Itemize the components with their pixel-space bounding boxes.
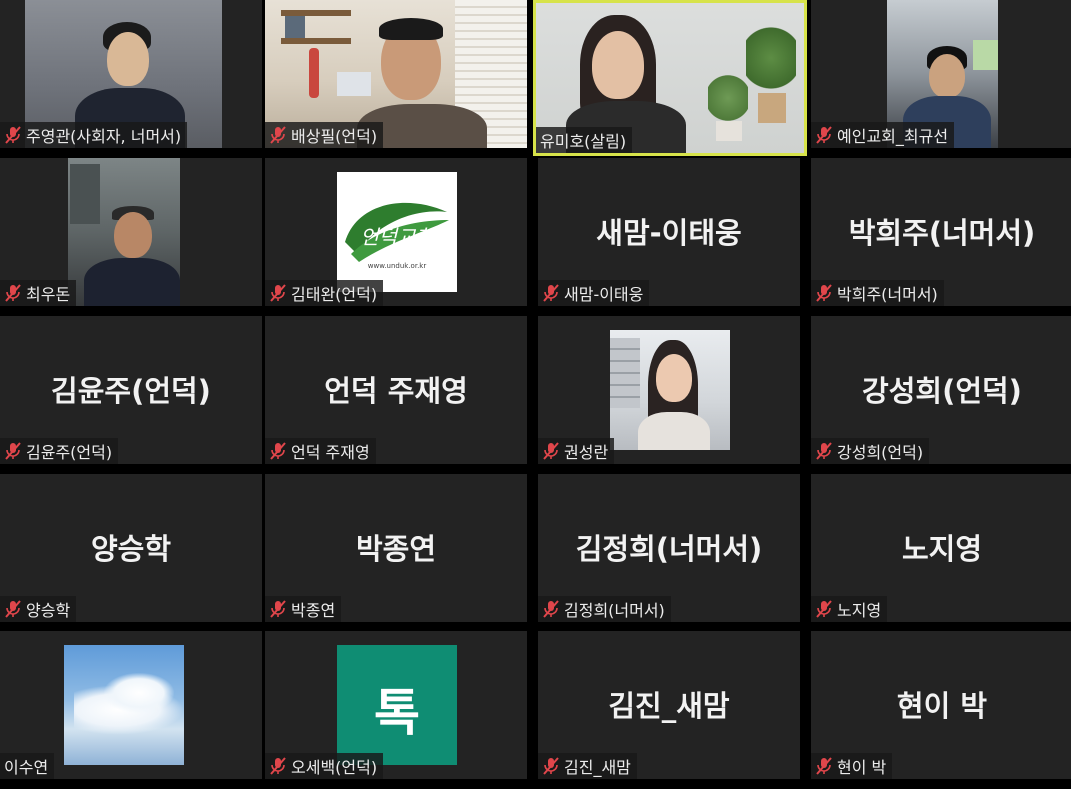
participant-name: 김정희(너머서) [564, 601, 665, 620]
participant-name: 유미호(살림) [540, 132, 627, 151]
participant-tile[interactable]: 양승학 양승학 [0, 474, 262, 622]
logo-url: www.unduk.or.kr [368, 262, 427, 270]
muted-microphone-icon [815, 599, 833, 619]
participant-name: 양승학 [26, 601, 71, 620]
participant-tile[interactable]: 강성희(언덕) 강성희(언덕) [811, 316, 1071, 464]
participant-name: 언덕 주재영 [291, 443, 370, 462]
participant-display-name: 노지영 [901, 532, 983, 566]
kakao-talk-avatar: 톡 [337, 645, 457, 765]
participant-tile[interactable]: 권성란 [538, 316, 800, 464]
muted-microphone-icon [269, 441, 287, 461]
participant-grid: 주영관(사회자, 너머서) 배상필(언덕) 유미호(살림) 예인교회_최규선 최… [0, 0, 1071, 789]
participant-name: 강성희(언덕) [837, 443, 924, 462]
participant-display-name: 언덕 주재영 [324, 374, 468, 408]
participant-name-label: 주영관(사회자, 너머서) [0, 122, 188, 148]
participant-name: 예인교회_최규선 [837, 127, 949, 146]
participant-name: 배상필(언덕) [291, 127, 378, 146]
muted-microphone-icon [4, 283, 22, 303]
participant-name-label: 배상필(언덕) [265, 122, 384, 148]
participant-display-name: 김진_새맘 [608, 689, 730, 723]
participant-tile[interactable]: 현이 박 현이 박 [811, 631, 1071, 779]
muted-microphone-icon [4, 441, 22, 461]
participant-name-label: 김윤주(언덕) [0, 438, 119, 464]
participant-display-name: 박희주(너머서) [848, 216, 1036, 250]
participant-name-label: 유미호(살림) [536, 127, 633, 153]
participant-tile[interactable]: 새맘-이태웅 새맘-이태웅 [538, 158, 800, 306]
participant-tile[interactable]: 최우돈 [0, 158, 262, 306]
participant-tile[interactable]: 박종연 박종연 [265, 474, 527, 622]
participant-name-label: 현이 박 [811, 753, 893, 779]
tok-avatar-text: 톡 [374, 684, 420, 742]
participant-name-label: 박희주(너머서) [811, 280, 944, 306]
participant-name-label: 김정희(너머서) [538, 596, 671, 622]
muted-microphone-icon [542, 599, 560, 619]
participant-name-label: 오세백(언덕) [265, 753, 384, 779]
muted-microphone-icon [269, 283, 287, 303]
participant-tile[interactable]: 김정희(너머서) 김정희(너머서) [538, 474, 800, 622]
participant-tile[interactable]: 이수연 [0, 631, 262, 779]
muted-microphone-icon [815, 441, 833, 461]
muted-microphone-icon [542, 441, 560, 461]
muted-microphone-icon [542, 283, 560, 303]
muted-microphone-icon [815, 756, 833, 776]
participant-name-label: 이수연 [0, 753, 55, 779]
muted-microphone-icon [815, 283, 833, 303]
participant-display-name: 박종연 [355, 532, 437, 566]
church-logo: 언덕교회 www.unduk.or.kr [337, 172, 457, 292]
participant-name: 이수연 [4, 758, 49, 777]
participant-name-label: 최우돈 [0, 280, 77, 306]
participant-name: 현이 박 [837, 758, 887, 777]
participant-name: 김진_새맘 [564, 758, 631, 777]
participant-tile[interactable]: 언덕 주재영 언덕 주재영 [265, 316, 527, 464]
participant-name-label: 김태완(언덕) [265, 280, 384, 306]
participant-name-label: 강성희(언덕) [811, 438, 930, 464]
participant-tile[interactable]: 톡 오세백(언덕) [265, 631, 527, 779]
participant-name-label: 언덕 주재영 [265, 438, 376, 464]
participant-tile[interactable]: 김윤주(언덕) 김윤주(언덕) [0, 316, 262, 464]
muted-microphone-icon [269, 756, 287, 776]
participant-name: 새맘-이태웅 [564, 285, 644, 304]
muted-microphone-icon [542, 756, 560, 776]
logo-text: 언덕교회 [360, 225, 435, 249]
participant-name-label: 박종연 [265, 596, 342, 622]
participant-display-name: 김윤주(언덕) [51, 374, 211, 408]
muted-microphone-icon [815, 125, 833, 145]
participant-display-name: 새맘-이태웅 [596, 216, 742, 250]
participant-name-label: 김진_새맘 [538, 753, 637, 779]
participant-name: 김윤주(언덕) [26, 443, 113, 462]
participant-name: 주영관(사회자, 너머서) [26, 127, 182, 146]
participant-tile[interactable]: 박희주(너머서) 박희주(너머서) [811, 158, 1071, 306]
participant-name: 박희주(너머서) [837, 285, 938, 304]
muted-microphone-icon [269, 599, 287, 619]
participant-tile[interactable]: 배상필(언덕) [265, 0, 527, 148]
participant-name: 노지영 [837, 601, 882, 620]
profile-photo [610, 330, 730, 450]
participant-name: 오세백(언덕) [291, 758, 378, 777]
participant-display-name: 양승학 [90, 532, 172, 566]
participant-tile-active-speaker[interactable]: 유미호(살림) [533, 0, 807, 156]
participant-tile[interactable]: 예인교회_최규선 [811, 0, 1071, 148]
participant-display-name: 강성희(언덕) [862, 374, 1022, 408]
participant-name: 박종연 [291, 601, 336, 620]
muted-microphone-icon [4, 125, 22, 145]
participant-name: 최우돈 [26, 285, 71, 304]
participant-display-name: 현이 박 [896, 689, 988, 723]
participant-name: 권성란 [564, 443, 609, 462]
participant-name-label: 새맘-이태웅 [538, 280, 650, 306]
profile-photo [64, 645, 184, 765]
participant-tile[interactable]: 언덕교회 www.unduk.or.kr 김태완(언덕) [265, 158, 527, 306]
participant-tile[interactable]: 노지영 노지영 [811, 474, 1071, 622]
participant-name-label: 노지영 [811, 596, 888, 622]
participant-name-label: 권성란 [538, 438, 615, 464]
muted-microphone-icon [269, 125, 287, 145]
participant-tile[interactable]: 주영관(사회자, 너머서) [0, 0, 262, 148]
participant-name-label: 예인교회_최규선 [811, 122, 955, 148]
participant-tile[interactable]: 김진_새맘 김진_새맘 [538, 631, 800, 779]
participant-display-name: 김정희(너머서) [575, 532, 763, 566]
muted-microphone-icon [4, 599, 22, 619]
participant-name: 김태완(언덕) [291, 285, 378, 304]
participant-video [68, 158, 180, 306]
participant-name-label: 양승학 [0, 596, 77, 622]
